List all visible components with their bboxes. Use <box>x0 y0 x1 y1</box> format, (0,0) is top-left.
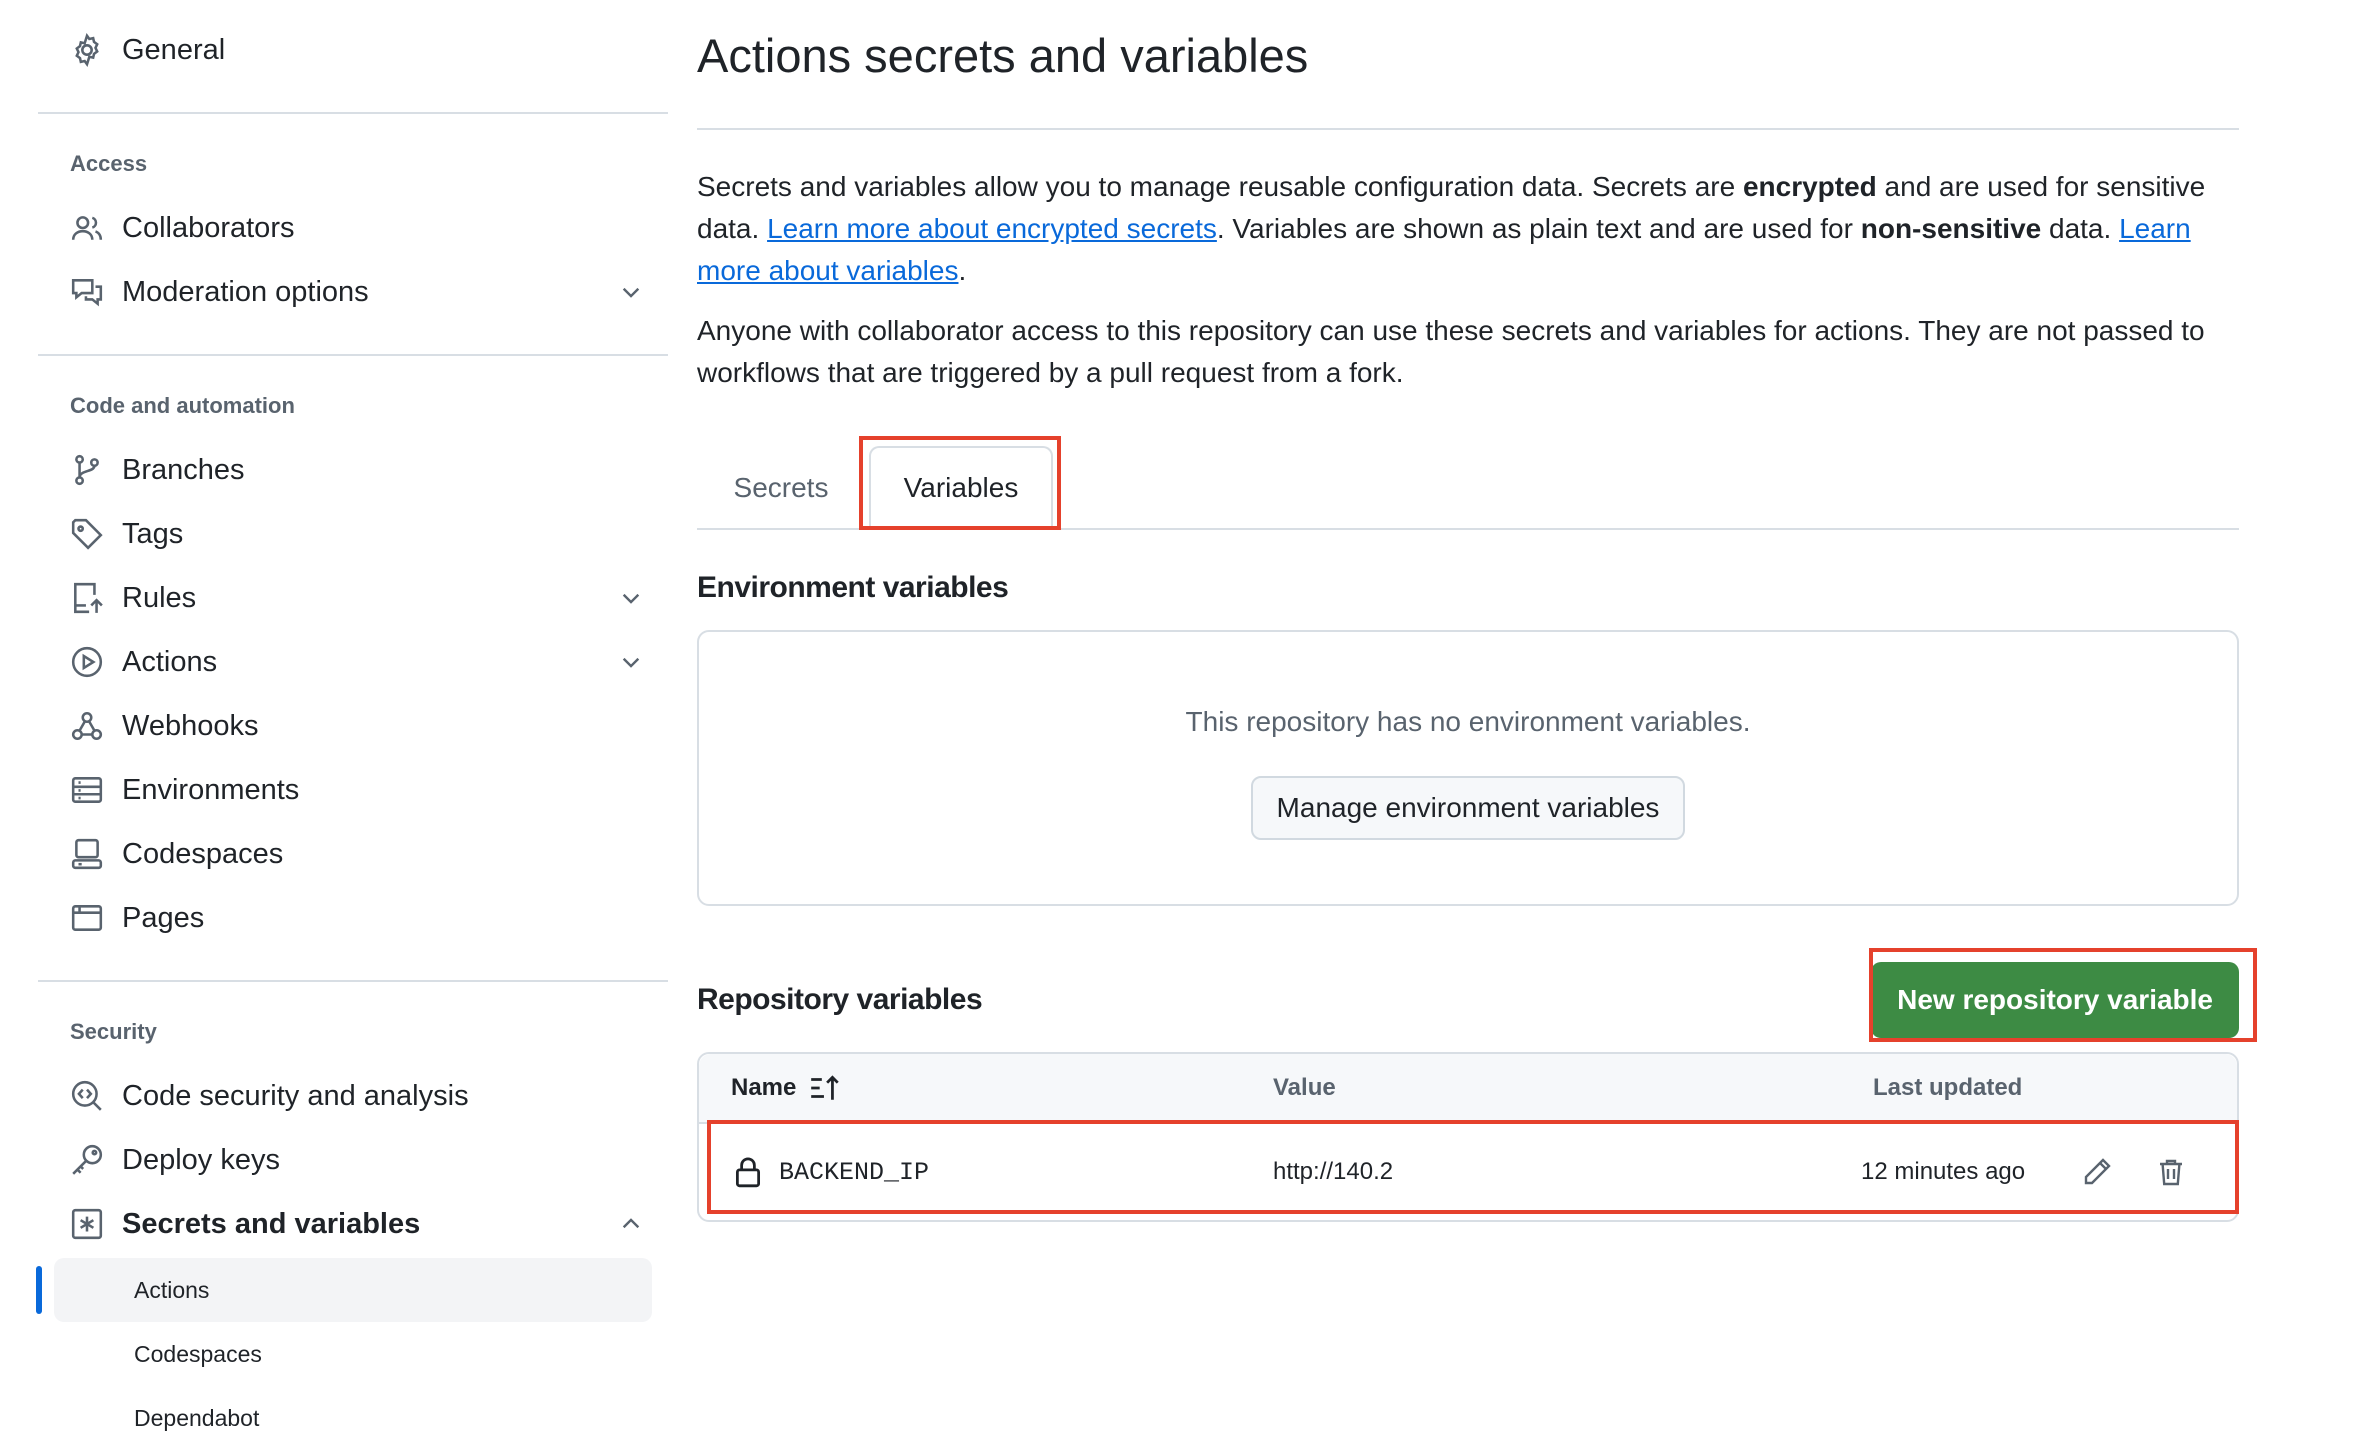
sidebar-subitem-actions[interactable]: Actions <box>36 1258 652 1322</box>
sidebar-item-environments[interactable]: Environments <box>38 758 668 822</box>
sidebar-item-codespaces[interactable]: Codespaces <box>38 822 668 886</box>
column-header-last-updated: Last updated <box>1873 1074 2023 1101</box>
table-header: Name Value Last updated <box>699 1054 2237 1124</box>
tag-icon <box>70 517 104 551</box>
page-title: Actions secrets and variables <box>697 29 1309 82</box>
sidebar-item-label: Codespaces <box>122 837 284 870</box>
sidebar-item-secrets-variables[interactable]: Secrets and variables <box>38 1192 668 1256</box>
repository-variables-heading: Repository variables <box>697 983 983 1016</box>
sidebar-divider <box>38 112 668 114</box>
play-icon <box>70 645 104 679</box>
chevron-down-icon[interactable] <box>616 277 646 307</box>
sidebar-item-label: Collaborators <box>122 211 295 244</box>
sidebar-item-general[interactable]: General <box>38 18 668 82</box>
sidebar-item-label: Secrets and variables <box>122 1207 421 1240</box>
column-header-label: Name <box>731 1074 797 1101</box>
sidebar-item-label: Branches <box>122 453 245 486</box>
tab-secrets[interactable]: Secrets <box>697 446 865 530</box>
intro-text: data. <box>2041 213 2120 244</box>
sidebar-divider <box>38 354 668 356</box>
sidebar-item-label: Pages <box>122 901 205 934</box>
sidebar-item-branches[interactable]: Branches <box>38 438 668 502</box>
sidebar-item-label: Tags <box>122 517 184 550</box>
key-icon <box>70 1143 104 1177</box>
server-icon <box>70 773 104 807</box>
sidebar-item-actions[interactable]: Actions <box>38 630 668 694</box>
title-divider <box>697 128 2239 130</box>
sidebar-item-rules[interactable]: Rules <box>38 566 668 630</box>
secrets-variables-tabs: Secrets Variables <box>697 436 2239 530</box>
learn-encrypted-secrets-link[interactable]: Learn more about encrypted secrets <box>767 213 1217 244</box>
manage-environment-variables-button[interactable]: Manage environment variables <box>1250 776 1686 840</box>
settings-sidebar: General Access Collaborators Moderation … <box>36 18 668 1432</box>
intro-bold-encrypted: encrypted <box>1742 171 1877 202</box>
sidebar-subitem-label: Codespaces <box>134 1340 262 1367</box>
sidebar-item-label: Moderation options <box>122 275 369 308</box>
sidebar-subitem-dependabot[interactable]: Dependabot <box>54 1386 652 1432</box>
sidebar-item-label: Environments <box>122 773 300 806</box>
browser-icon <box>70 901 104 935</box>
chevron-down-icon[interactable] <box>616 583 646 613</box>
sidebar-item-label: General <box>122 33 226 66</box>
sidebar-item-webhooks[interactable]: Webhooks <box>38 694 668 758</box>
pencil-icon[interactable] <box>2077 1152 2117 1192</box>
sidebar-item-label: Deploy keys <box>122 1143 280 1176</box>
intro-paragraph: Secrets and variables allow you to manag… <box>697 166 2239 292</box>
people-icon <box>70 211 104 245</box>
gear-icon <box>70 33 104 67</box>
key-asterisk-icon <box>70 1207 104 1241</box>
sidebar-item-pages[interactable]: Pages <box>38 886 668 950</box>
active-indicator <box>36 1266 42 1314</box>
intro-text: . Variables are shown as plain text and … <box>1216 213 1861 244</box>
table-row: BACKEND_IP http://140.2 12 minutes ago <box>699 1124 2237 1220</box>
main-content: Actions secrets and variables Secrets an… <box>697 0 2257 1222</box>
sidebar-item-label: Webhooks <box>122 709 259 742</box>
sidebar-divider <box>38 980 668 982</box>
collaborator-notice: Anyone with collaborator access to this … <box>697 315 2205 388</box>
sidebar-item-label: Actions <box>122 645 218 678</box>
repo-push-icon <box>70 581 104 615</box>
codescan-icon <box>70 1079 104 1113</box>
sidebar-item-label: Rules <box>122 581 197 614</box>
intro-text: Secrets and variables allow you to manag… <box>697 171 1743 202</box>
sidebar-item-moderation[interactable]: Moderation options <box>38 260 668 324</box>
git-branch-icon <box>70 453 104 487</box>
chevron-down-icon[interactable] <box>616 647 646 677</box>
trash-icon[interactable] <box>2151 1152 2191 1192</box>
sidebar-item-label: Code security and analysis <box>122 1079 469 1112</box>
sidebar-item-tags[interactable]: Tags <box>38 502 668 566</box>
column-header-value: Value <box>1273 1074 1336 1101</box>
repository-variables-table: Name Value Last updated BACKEND_IP http:… <box>697 1052 2239 1222</box>
intro-bold-non-sensitive: non-sensitive <box>1860 213 2042 244</box>
sidebar-section-access: Access <box>70 151 148 176</box>
environment-variables-heading: Environment variables <box>697 571 1009 604</box>
empty-state-text: This repository has no environment varia… <box>1185 706 1751 737</box>
comment-discussion-icon <box>70 275 104 309</box>
webhook-icon <box>70 709 104 743</box>
variable-name: BACKEND_IP <box>779 1157 930 1187</box>
codespaces-icon <box>70 837 104 871</box>
sidebar-section-code-automation: Code and automation <box>70 393 295 418</box>
new-repository-variable-button[interactable]: New repository variable <box>1871 962 2239 1038</box>
sidebar-subitem-label: Dependabot <box>134 1404 260 1431</box>
sidebar-item-deploy-keys[interactable]: Deploy keys <box>38 1128 668 1192</box>
tab-variables[interactable]: Variables <box>869 446 1053 530</box>
sidebar-item-code-security[interactable]: Code security and analysis <box>38 1064 668 1128</box>
sidebar-subitem-codespaces[interactable]: Codespaces <box>54 1322 652 1386</box>
column-header-name[interactable]: Name <box>731 1071 842 1105</box>
repository-variables-header: Repository variables New repository vari… <box>697 948 2257 1042</box>
chevron-up-icon[interactable] <box>616 1209 646 1239</box>
sidebar-item-collaborators[interactable]: Collaborators <box>38 196 668 260</box>
variable-value: http://140.2 <box>1273 1158 1394 1185</box>
lock-icon <box>735 1157 761 1188</box>
variable-last-updated: 12 minutes ago <box>1861 1158 2026 1185</box>
sort-ascending-icon[interactable] <box>808 1071 842 1105</box>
environment-variables-panel: This repository has no environment varia… <box>697 630 2239 906</box>
sidebar-subitem-label: Actions <box>134 1276 210 1303</box>
sidebar-section-security: Security <box>70 1019 157 1044</box>
intro-text: . <box>958 255 967 286</box>
